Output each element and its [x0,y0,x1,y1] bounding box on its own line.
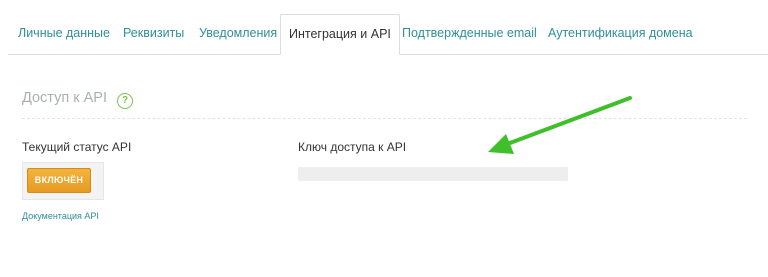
api-key-field[interactable] [298,167,568,181]
tab-integration-api[interactable]: Интеграция и API [280,14,400,55]
api-settings-page: Личные данные Реквизиты Уведомления Инте… [0,0,768,277]
question-circle-icon[interactable]: ? [117,93,133,109]
section-title: Доступ к API [22,90,107,106]
tab-domain-authentication[interactable]: Аутентификация домена [548,14,693,54]
settings-tabs: Личные данные Реквизиты Уведомления Инте… [8,14,768,55]
api-key-label: Ключ доступа к API [298,140,407,154]
tab-personal-data[interactable]: Личные данные [18,14,110,54]
green-arrow-icon [488,96,632,154]
tab-requisites[interactable]: Реквизиты [123,14,184,54]
api-documentation-link[interactable]: Документация API [22,211,99,221]
tab-confirmed-email[interactable]: Подтвержденные email [402,14,537,54]
api-status-label: Текущий статус API [22,140,132,154]
tab-notifications[interactable]: Уведомления [199,14,277,54]
api-status-toggle-button[interactable]: ВКЛЮЧЁН [27,168,91,193]
